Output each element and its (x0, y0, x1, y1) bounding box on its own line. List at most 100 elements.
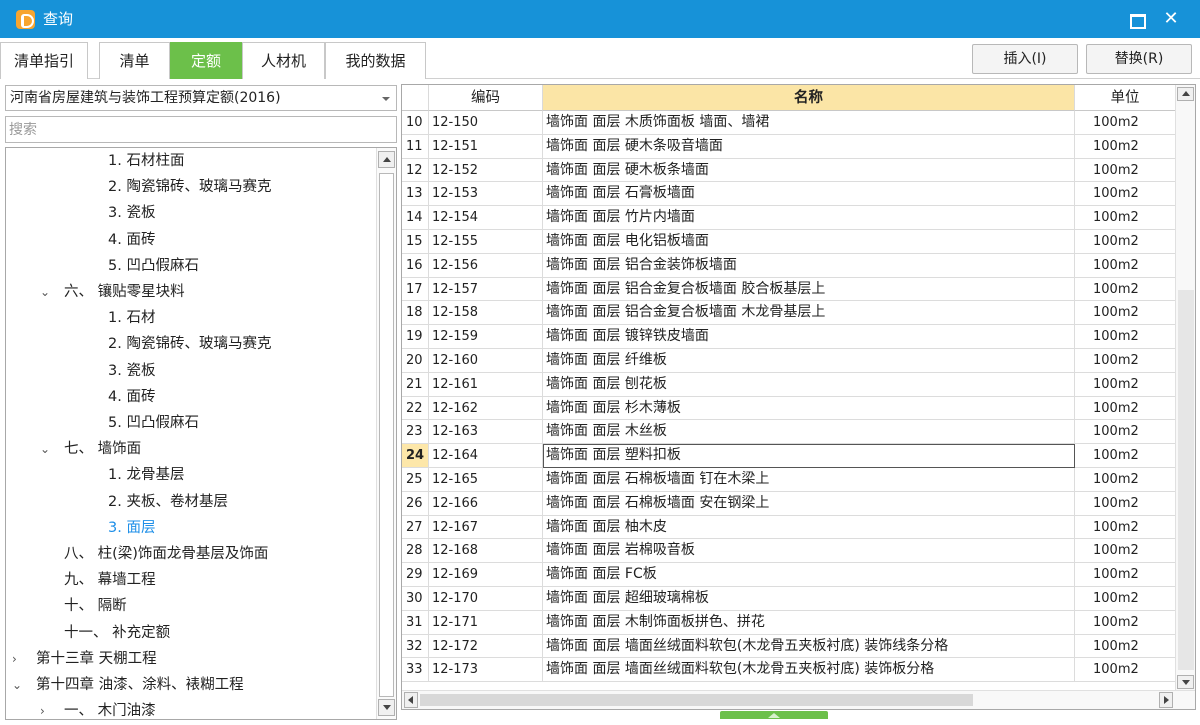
cell-name[interactable]: 墙饰面 面层 墙面丝绒面料软包(木龙骨五夹板衬底) 装饰板分格 (543, 658, 1075, 683)
table-row[interactable]: 27 12-167 墙饰面 面层 柚木皮 100m2 (402, 515, 1176, 540)
cell-name[interactable]: 墙饰面 面层 铝合金复合板墙面 木龙骨基层上 (543, 301, 1075, 326)
scroll-thumb[interactable] (379, 173, 394, 697)
tree-item[interactable]: 4. 面砖 (108, 227, 155, 253)
tree-item[interactable]: 九、 幕墙工程 (64, 567, 156, 593)
cell-name[interactable]: 墙饰面 面层 墙面丝绒面料软包(木龙骨五夹板衬底) 装饰线条分格 (543, 634, 1075, 659)
table-row[interactable]: 11 12-151 墙饰面 面层 硬木条吸音墙面 100m2 (402, 134, 1176, 159)
table-row[interactable]: 15 12-155 墙饰面 面层 电化铝板墙面 100m2 (402, 230, 1176, 254)
cell-name[interactable]: 墙饰面 面层 超细玻璃棉板 (543, 587, 1075, 611)
table-row[interactable]: 17 12-157 墙饰面 面层 铝合金复合板墙面 胶合板基层上 100m2 (402, 277, 1176, 302)
replace-button[interactable]: 替换(R) (1086, 44, 1192, 74)
tree-item[interactable]: ⌄ 七、 墙饰面 (40, 436, 141, 462)
cell-name[interactable]: 墙饰面 面层 岩棉吸音板 (543, 539, 1075, 564)
table-row[interactable]: 18 12-158 墙饰面 面层 铝合金复合板墙面 木龙骨基层上 100m2 (402, 301, 1176, 326)
table-horizontal-scrollbar[interactable] (402, 690, 1195, 709)
column-header-name[interactable]: 名称 (543, 85, 1075, 111)
scroll-left-icon[interactable] (404, 692, 418, 708)
chevron-down-icon[interactable]: ⌄ (40, 279, 58, 305)
tree-scrollbar[interactable] (376, 148, 396, 719)
cell-name[interactable]: 墙饰面 面层 杉木薄板 (543, 396, 1075, 421)
chevron-right-icon[interactable]: › (12, 646, 30, 672)
tab-my-data[interactable]: 我的数据 (325, 42, 426, 79)
cell-name[interactable]: 墙饰面 面层 电化铝板墙面 (543, 230, 1075, 254)
cell-name[interactable]: 墙饰面 面层 木制饰面板拼色、拼花 (543, 610, 1075, 635)
cell-name[interactable]: 墙饰面 面层 塑料扣板 (543, 444, 1075, 468)
tree-item[interactable]: 1. 石材柱面 (108, 148, 184, 174)
table-row[interactable]: 12 12-152 墙饰面 面层 硬木板条墙面 100m2 (402, 158, 1176, 183)
chevron-down-icon[interactable]: ⌄ (12, 672, 30, 698)
table-vertical-scrollbar[interactable] (1175, 85, 1195, 691)
scroll-thumb[interactable] (1178, 290, 1194, 670)
chevron-down-icon[interactable]: ⌄ (40, 436, 58, 462)
table-row[interactable]: 13 12-153 墙饰面 面层 石膏板墙面 100m2 (402, 182, 1176, 207)
chevron-right-icon[interactable]: › (40, 698, 58, 719)
insert-button[interactable]: 插入(I) (972, 44, 1078, 74)
cell-name[interactable]: 墙饰面 面层 铝合金装饰板墙面 (543, 253, 1075, 278)
table-row[interactable]: 22 12-162 墙饰面 面层 杉木薄板 100m2 (402, 396, 1176, 421)
tab-bill-guide[interactable]: 清单指引 (0, 42, 88, 79)
tree-item[interactable]: 1. 龙骨基层 (108, 462, 184, 488)
table-row[interactable]: 19 12-159 墙饰面 面层 镀锌铁皮墙面 100m2 (402, 325, 1176, 349)
tree-item[interactable]: 十一、 补充定额 (64, 620, 170, 646)
cell-name[interactable]: 墙饰面 面层 竹片内墙面 (543, 206, 1075, 230)
column-header-unit[interactable]: 单位 (1075, 85, 1176, 111)
tree-item[interactable]: › 一、 木门油漆 (40, 698, 156, 719)
search-input[interactable] (5, 116, 397, 143)
tree-item[interactable]: › 第十三章 天棚工程 (12, 646, 157, 672)
table-row[interactable]: 29 12-169 墙饰面 面层 FC板 100m2 (402, 563, 1176, 587)
table-row[interactable]: 30 12-170 墙饰面 面层 超细玻璃棉板 100m2 (402, 587, 1176, 611)
table-row[interactable]: 23 12-163 墙饰面 面层 木丝板 100m2 (402, 420, 1176, 445)
cell-name[interactable]: 墙饰面 面层 纤维板 (543, 349, 1075, 373)
table-row[interactable]: 10 12-150 墙饰面 面层 木质饰面板 墙面、墙裙 100m2 (402, 111, 1176, 135)
cell-name[interactable]: 墙饰面 面层 FC板 (543, 563, 1075, 587)
scroll-up-icon[interactable] (1177, 87, 1194, 101)
scroll-right-icon[interactable] (1159, 692, 1173, 708)
scroll-down-icon[interactable] (1177, 675, 1194, 689)
cell-name[interactable]: 墙饰面 面层 刨花板 (543, 372, 1075, 397)
table-row[interactable]: 31 12-171 墙饰面 面层 木制饰面板拼色、拼花 100m2 (402, 610, 1176, 635)
tree-item[interactable]: 3. 瓷板 (108, 200, 155, 226)
cell-name[interactable]: 墙饰面 面层 硬木板条墙面 (543, 158, 1075, 183)
table-row[interactable]: 20 12-160 墙饰面 面层 纤维板 100m2 (402, 349, 1176, 373)
tree-item[interactable]: ⌄ 第十四章 油漆、涂料、裱糊工程 (12, 672, 244, 698)
tree-item[interactable]: 2. 陶瓷锦砖、玻璃马赛克 (108, 331, 271, 357)
cell-name[interactable]: 墙饰面 面层 石棉板墙面 安在钢梁上 (543, 491, 1075, 516)
table-row[interactable]: 26 12-166 墙饰面 面层 石棉板墙面 安在钢梁上 100m2 (402, 491, 1176, 516)
maximize-button[interactable] (1125, 8, 1147, 30)
close-button[interactable]: ✕ (1160, 8, 1182, 30)
table-row[interactable]: 24 12-164 墙饰面 面层 塑料扣板 100m2 (402, 444, 1176, 468)
tree-item[interactable]: 5. 凹凸假麻石 (108, 410, 199, 436)
cell-name[interactable]: 墙饰面 面层 铝合金复合板墙面 胶合板基层上 (543, 277, 1075, 302)
tree-item[interactable]: 十、 隔断 (64, 593, 127, 619)
tree-item[interactable]: 八、 柱(梁)饰面龙骨基层及饰面 (64, 541, 268, 567)
tree-item[interactable]: 3. 瓷板 (108, 358, 155, 384)
table-row[interactable]: 33 12-173 墙饰面 面层 墙面丝绒面料软包(木龙骨五夹板衬底) 装饰板分格 1… (402, 658, 1176, 683)
scroll-down-icon[interactable] (378, 699, 395, 716)
table-row[interactable]: 32 12-172 墙饰面 面层 墙面丝绒面料软包(木龙骨五夹板衬底) 装饰线条分格… (402, 634, 1176, 659)
table-row[interactable]: 16 12-156 墙饰面 面层 铝合金装饰板墙面 100m2 (402, 253, 1176, 278)
scroll-up-icon[interactable] (378, 151, 395, 168)
column-header-code[interactable]: 编码 (429, 85, 543, 111)
tree-item[interactable]: 4. 面砖 (108, 384, 155, 410)
collapse-panel-handle[interactable] (720, 711, 828, 719)
tree-item[interactable]: 2. 陶瓷锦砖、玻璃马赛克 (108, 174, 271, 200)
tab-quota[interactable]: 定额 (170, 42, 242, 79)
tree-item[interactable]: 5. 凹凸假麻石 (108, 253, 199, 279)
cell-name[interactable]: 墙饰面 面层 柚木皮 (543, 515, 1075, 540)
table-row[interactable]: 28 12-168 墙饰面 面层 岩棉吸音板 100m2 (402, 539, 1176, 564)
tree-item[interactable]: ⌄ 六、 镶贴零星块料 (40, 279, 185, 305)
cell-name[interactable]: 墙饰面 面层 木质饰面板 墙面、墙裙 (543, 111, 1075, 135)
cell-name[interactable]: 墙饰面 面层 木丝板 (543, 420, 1075, 445)
table-row[interactable]: 25 12-165 墙饰面 面层 石棉板墙面 钉在木梁上 100m2 (402, 468, 1176, 492)
quota-library-select[interactable]: 河南省房屋建筑与装饰工程预算定额(2016) (5, 85, 397, 111)
table-row[interactable]: 21 12-161 墙饰面 面层 刨花板 100m2 (402, 372, 1176, 397)
scroll-thumb[interactable] (420, 694, 973, 706)
tree-item[interactable]: 2. 夹板、卷材基层 (108, 489, 228, 515)
cell-name[interactable]: 墙饰面 面层 镀锌铁皮墙面 (543, 325, 1075, 349)
tree-item[interactable]: 1. 石材 (108, 305, 155, 331)
cell-name[interactable]: 墙饰面 面层 石膏板墙面 (543, 182, 1075, 207)
cell-name[interactable]: 墙饰面 面层 石棉板墙面 钉在木梁上 (543, 468, 1075, 492)
tree-item[interactable]: 3. 面层 (108, 515, 155, 541)
tab-labor-material[interactable]: 人材机 (242, 42, 325, 79)
table-row[interactable]: 14 12-154 墙饰面 面层 竹片内墙面 100m2 (402, 206, 1176, 230)
